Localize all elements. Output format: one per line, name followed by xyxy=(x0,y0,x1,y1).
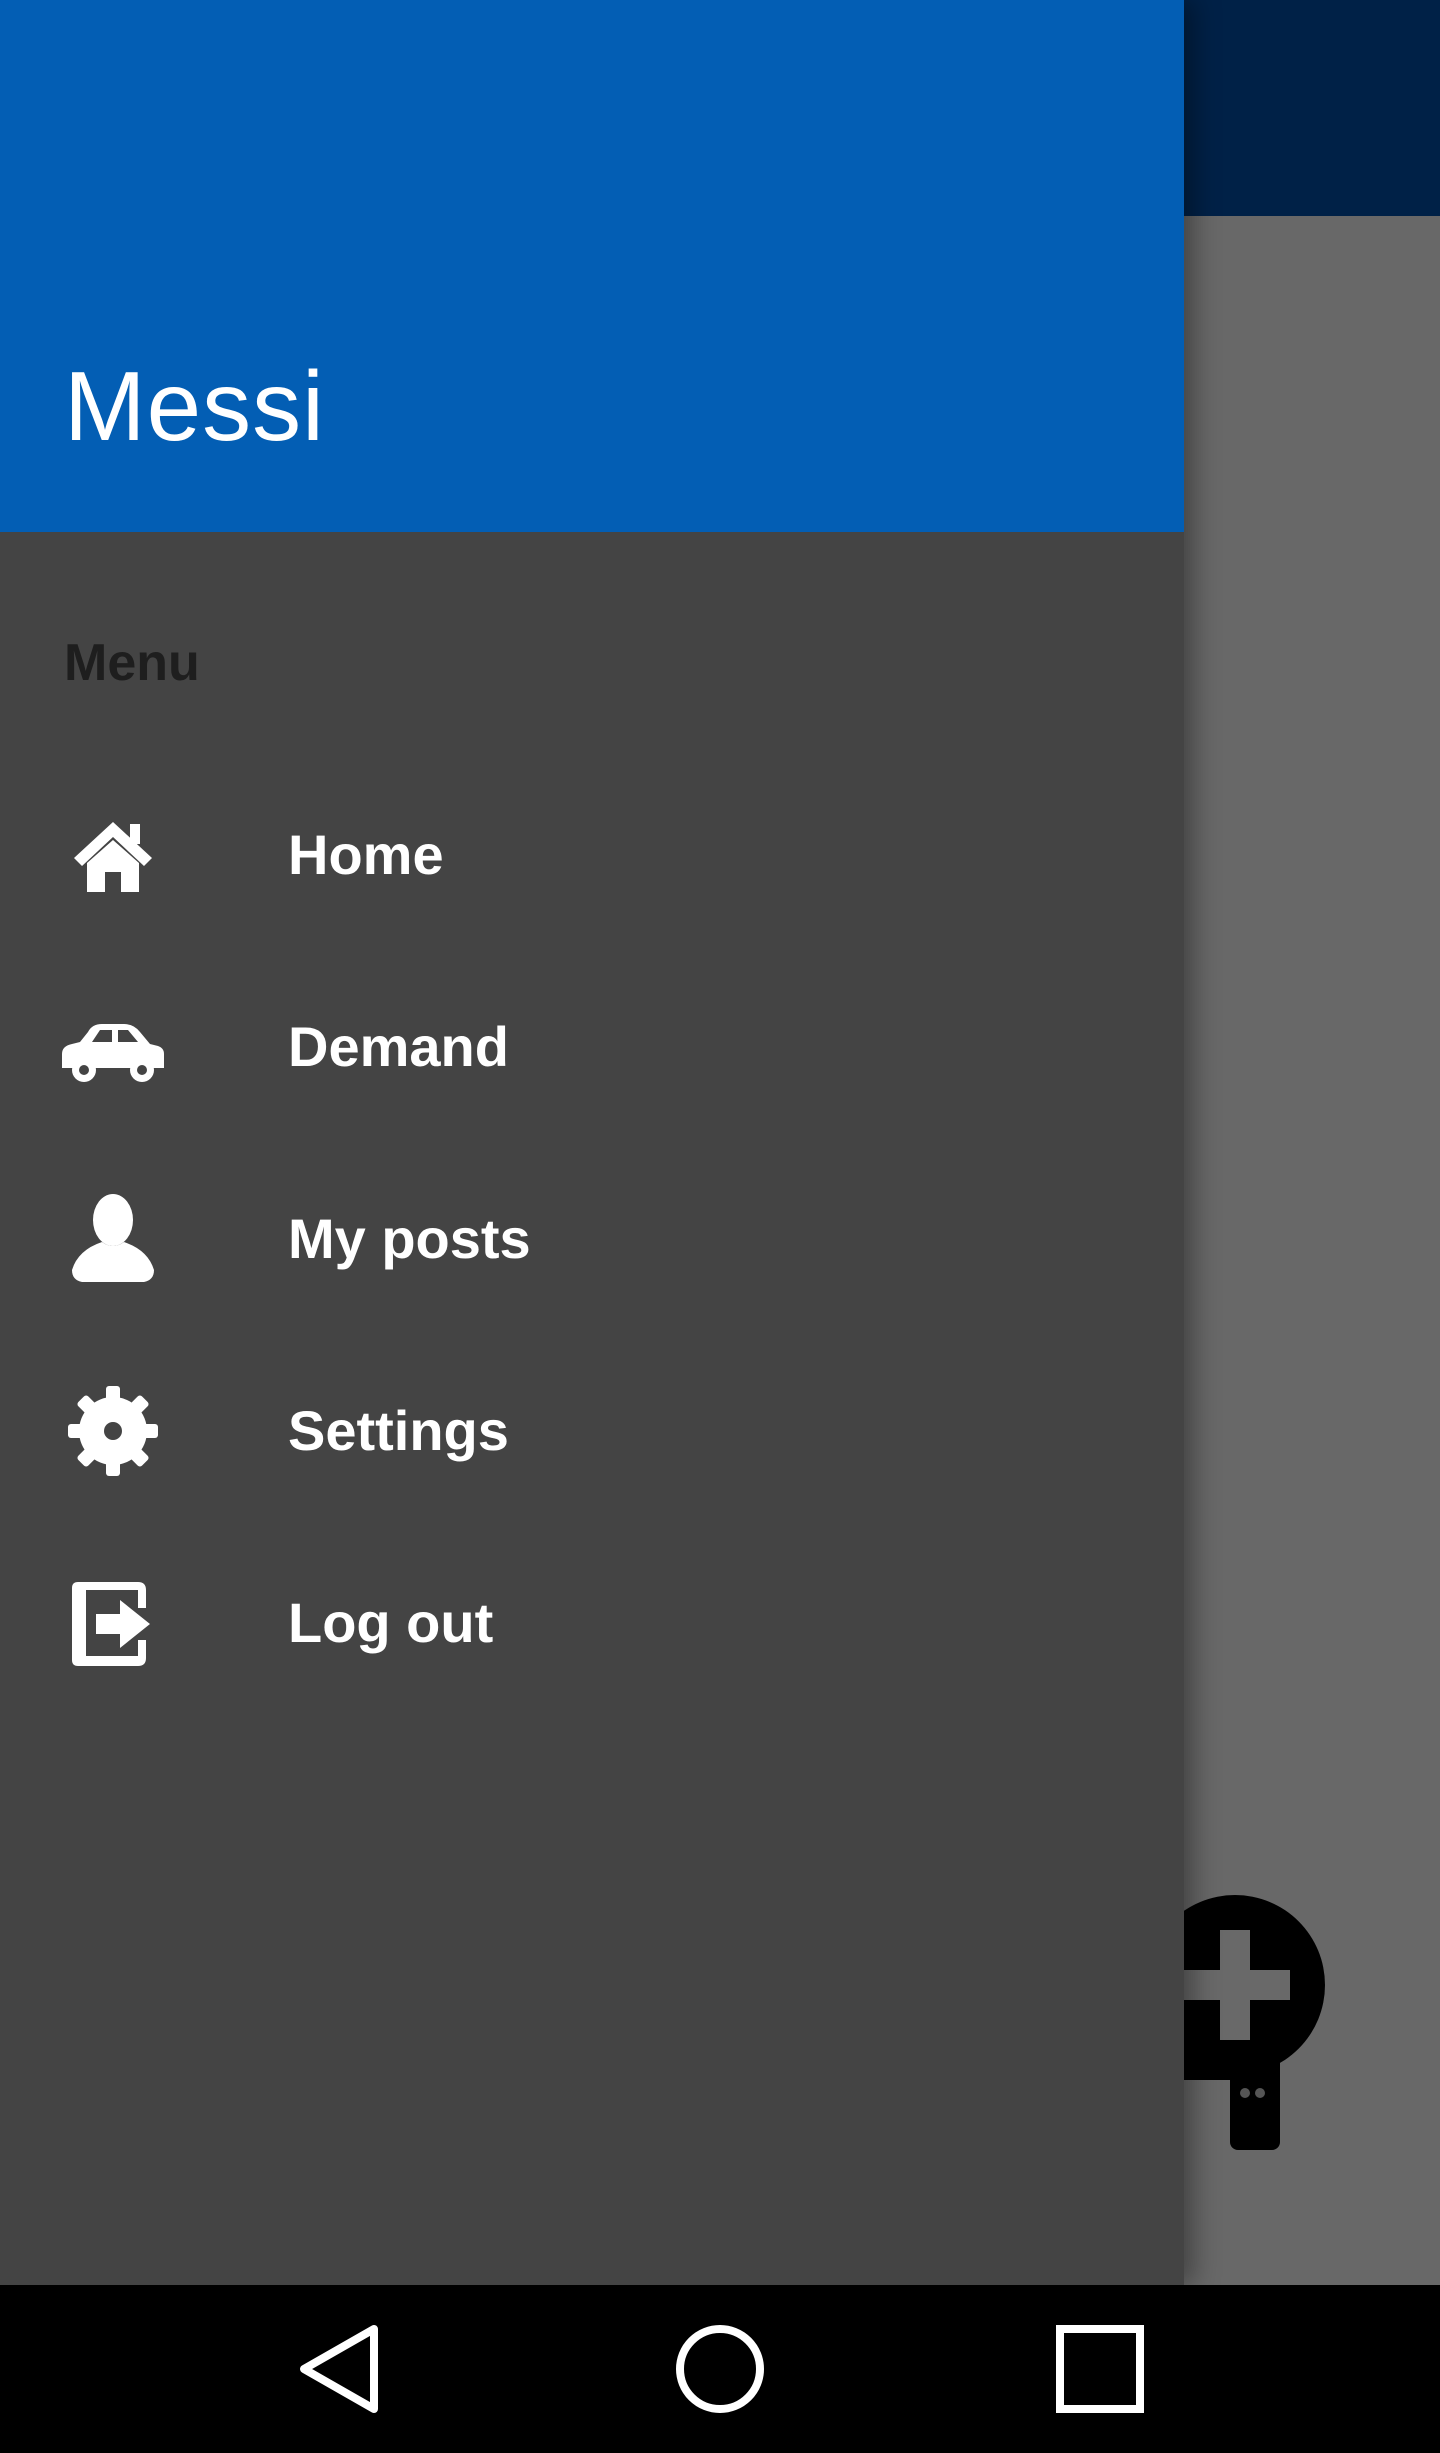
home-circle-icon[interactable] xyxy=(660,2309,780,2429)
menu-item-label: Settings xyxy=(288,1399,509,1462)
back-triangle-icon[interactable] xyxy=(280,2309,400,2429)
menu-item-label: Home xyxy=(288,823,444,886)
system-navigation-bar xyxy=(0,2285,1440,2453)
menu-item-label: Log out xyxy=(288,1591,494,1654)
user-name: Messi xyxy=(64,351,325,461)
home-icon xyxy=(58,800,168,910)
car-icon xyxy=(58,992,168,1102)
menu-item-label: My posts xyxy=(288,1207,531,1270)
menu-item-demand[interactable]: Demand xyxy=(0,952,1184,1142)
menu-item-log-out[interactable]: Log out xyxy=(0,1528,1184,1718)
recents-square-icon[interactable] xyxy=(1040,2309,1160,2429)
menu-item-my-posts[interactable]: My posts xyxy=(0,1144,1184,1334)
drawer-header: Messi xyxy=(0,0,1184,532)
screen: Messi Menu Home Demand My posts Settings… xyxy=(0,0,1440,2453)
menu-item-label: Demand xyxy=(288,1015,509,1078)
navigation-drawer: Messi Menu Home Demand My posts Settings… xyxy=(0,0,1184,2285)
menu-item-home[interactable]: Home xyxy=(0,760,1184,950)
person-icon xyxy=(58,1184,168,1294)
menu-item-settings[interactable]: Settings xyxy=(0,1336,1184,1526)
logout-icon xyxy=(58,1568,168,1678)
menu-heading: Menu xyxy=(64,634,200,692)
gear-icon xyxy=(58,1376,168,1486)
